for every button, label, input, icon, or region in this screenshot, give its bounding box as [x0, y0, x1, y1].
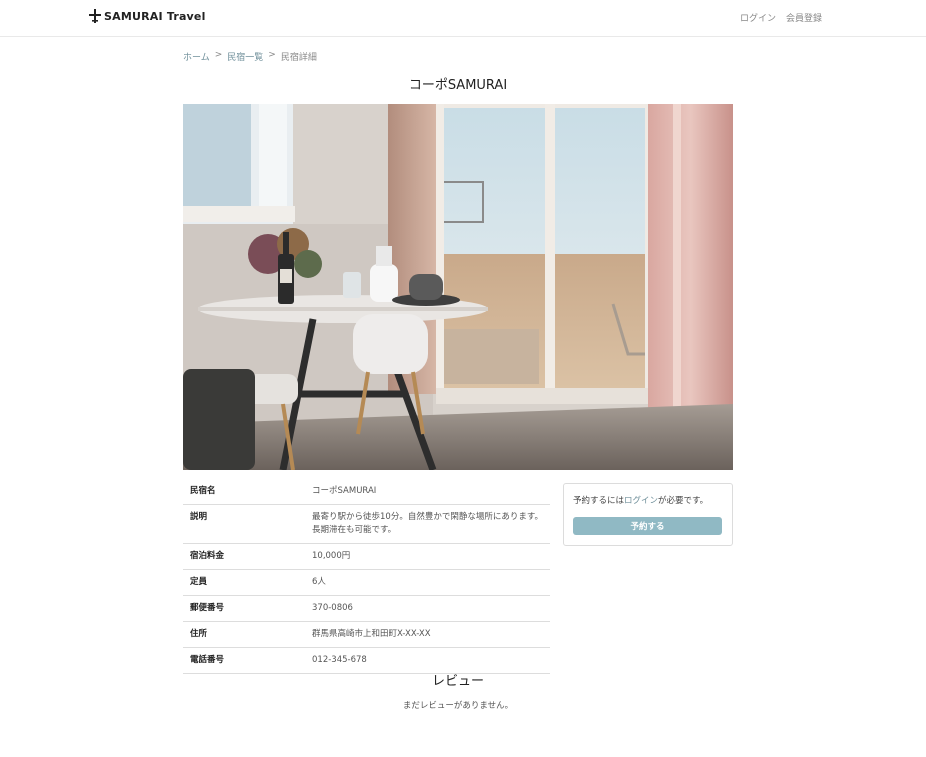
detail-row: 民宿名 コーポSAMURAI	[183, 479, 550, 505]
register-link[interactable]: 会員登録	[786, 11, 822, 24]
detail-label: 郵便番号	[183, 595, 305, 622]
detail-value: コーポSAMURAI	[305, 479, 550, 505]
breadcrumb-current: 民宿詳細	[280, 53, 317, 63]
login-link[interactable]: ログイン	[740, 11, 776, 24]
detail-label: 説明	[183, 504, 305, 544]
navbar: SAMURAI Travel ログイン 会員登録	[0, 0, 926, 37]
reservation-card: 予約するにはログインが必要です。 予約する	[563, 483, 733, 546]
detail-label: 宿泊料金	[183, 543, 305, 570]
review-heading: レビュー	[431, 674, 484, 689]
detail-label: 住所	[183, 621, 305, 648]
detail-value: 6人	[305, 569, 550, 596]
house-details-table: 民宿名 コーポSAMURAI 説明 最寄り駅から徒歩10分。自然豊かで閑静な場所にあり…	[183, 479, 550, 674]
detail-row: 郵便番号 370-0806	[183, 595, 550, 622]
house-photo	[183, 104, 733, 470]
nav-links: ログイン 会員登録	[740, 11, 822, 24]
detail-row: 説明 最寄り駅から徒歩10分。自然豊かで閑静な場所にあります。長期滞在も可能です。	[183, 504, 550, 544]
reservation-message: 予約するにはログインが必要です。	[573, 496, 709, 506]
breadcrumb-separator: >	[214, 50, 223, 60]
detail-label: 定員	[183, 569, 305, 596]
detail-value: 370-0806	[305, 595, 550, 622]
breadcrumb: ホーム > 民宿一覧 > 民宿詳細	[183, 50, 317, 63]
reserve-button[interactable]: 予約する	[573, 517, 722, 535]
detail-label: 民宿名	[183, 479, 305, 505]
detail-row: 宿泊料金 10,000円	[183, 543, 550, 570]
brand-logo-link[interactable]: SAMURAI Travel	[89, 9, 206, 23]
detail-row: 住所 群馬県高崎市上和田町X-XX-XX	[183, 621, 550, 648]
breadcrumb-home[interactable]: ホーム	[183, 50, 210, 63]
brand-name: SAMURAI Travel	[104, 9, 206, 23]
detail-value: 最寄り駅から徒歩10分。自然豊かで閑静な場所にあります。長期滞在も可能です。	[305, 504, 550, 544]
page-title: コーポSAMURAI	[408, 78, 508, 93]
airplane-icon	[89, 9, 101, 23]
detail-value: 10,000円	[305, 543, 550, 570]
reservation-login-link[interactable]: ログイン	[624, 496, 658, 506]
breadcrumb-list[interactable]: 民宿一覧	[227, 50, 263, 63]
detail-row: 定員 6人	[183, 569, 550, 596]
review-empty-message: まだレビューがありません。	[402, 701, 514, 711]
detail-value: 群馬県高崎市上和田町X-XX-XX	[305, 621, 550, 648]
breadcrumb-separator: >	[268, 50, 276, 60]
